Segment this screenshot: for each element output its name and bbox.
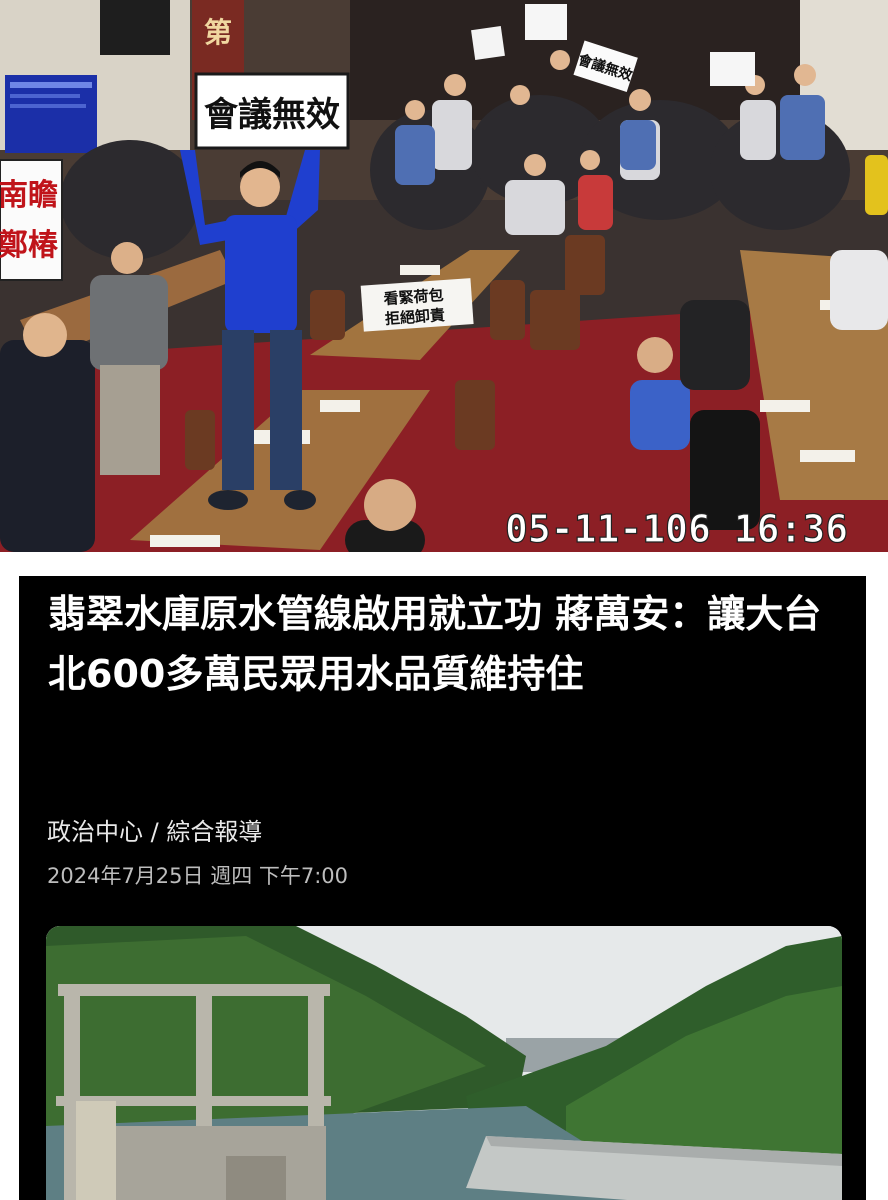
news-article-card[interactable]: 翡翠水庫原水管線啟用就立功 蔣萬安：讓大台北600多萬民眾用水品質維持住 政治中… <box>19 576 866 1200</box>
article-headline[interactable]: 翡翠水庫原水管線啟用就立功 蔣萬安：讓大台北600多萬民眾用水品質維持住 <box>48 584 848 704</box>
svg-text:會議無效: 會議無效 <box>204 95 340 135</box>
pillar-sign: 第 <box>204 16 232 49</box>
reservoir-photo[interactable] <box>46 926 842 1200</box>
legislature-photo: 第 會議無效 南瞻 鄭椿 看緊荷包 拒絕卸責 會議無效 05-11-106 16… <box>0 0 888 552</box>
article-dateline: 2024年7月25日 週四 下午7:00 <box>47 864 349 888</box>
foreground-person-left <box>0 340 95 552</box>
back-sign-1 <box>471 26 505 60</box>
legislature-photo-scene: 第 會議無效 南瞻 鄭椿 看緊荷包 拒絕卸責 會議無效 05-11-106 16… <box>0 0 888 552</box>
spacer <box>0 552 888 576</box>
table-sign: 看緊荷包 拒絕卸責 <box>360 278 474 332</box>
back-sign-2 <box>525 4 567 40</box>
reservoir-photo-scene <box>46 926 842 1200</box>
back-sign-3 <box>710 52 755 86</box>
main-protest-sign: 會議無效 <box>194 72 350 150</box>
video-timestamp: 05-11-106 16:36 <box>505 507 848 551</box>
article-byline: 政治中心 / 綜合報導 <box>47 818 263 846</box>
svg-text:南瞻: 南瞻 <box>0 178 58 213</box>
left-banner: 南瞻 鄭椿 <box>0 159 63 281</box>
svg-text:鄭椿: 鄭椿 <box>0 228 59 263</box>
